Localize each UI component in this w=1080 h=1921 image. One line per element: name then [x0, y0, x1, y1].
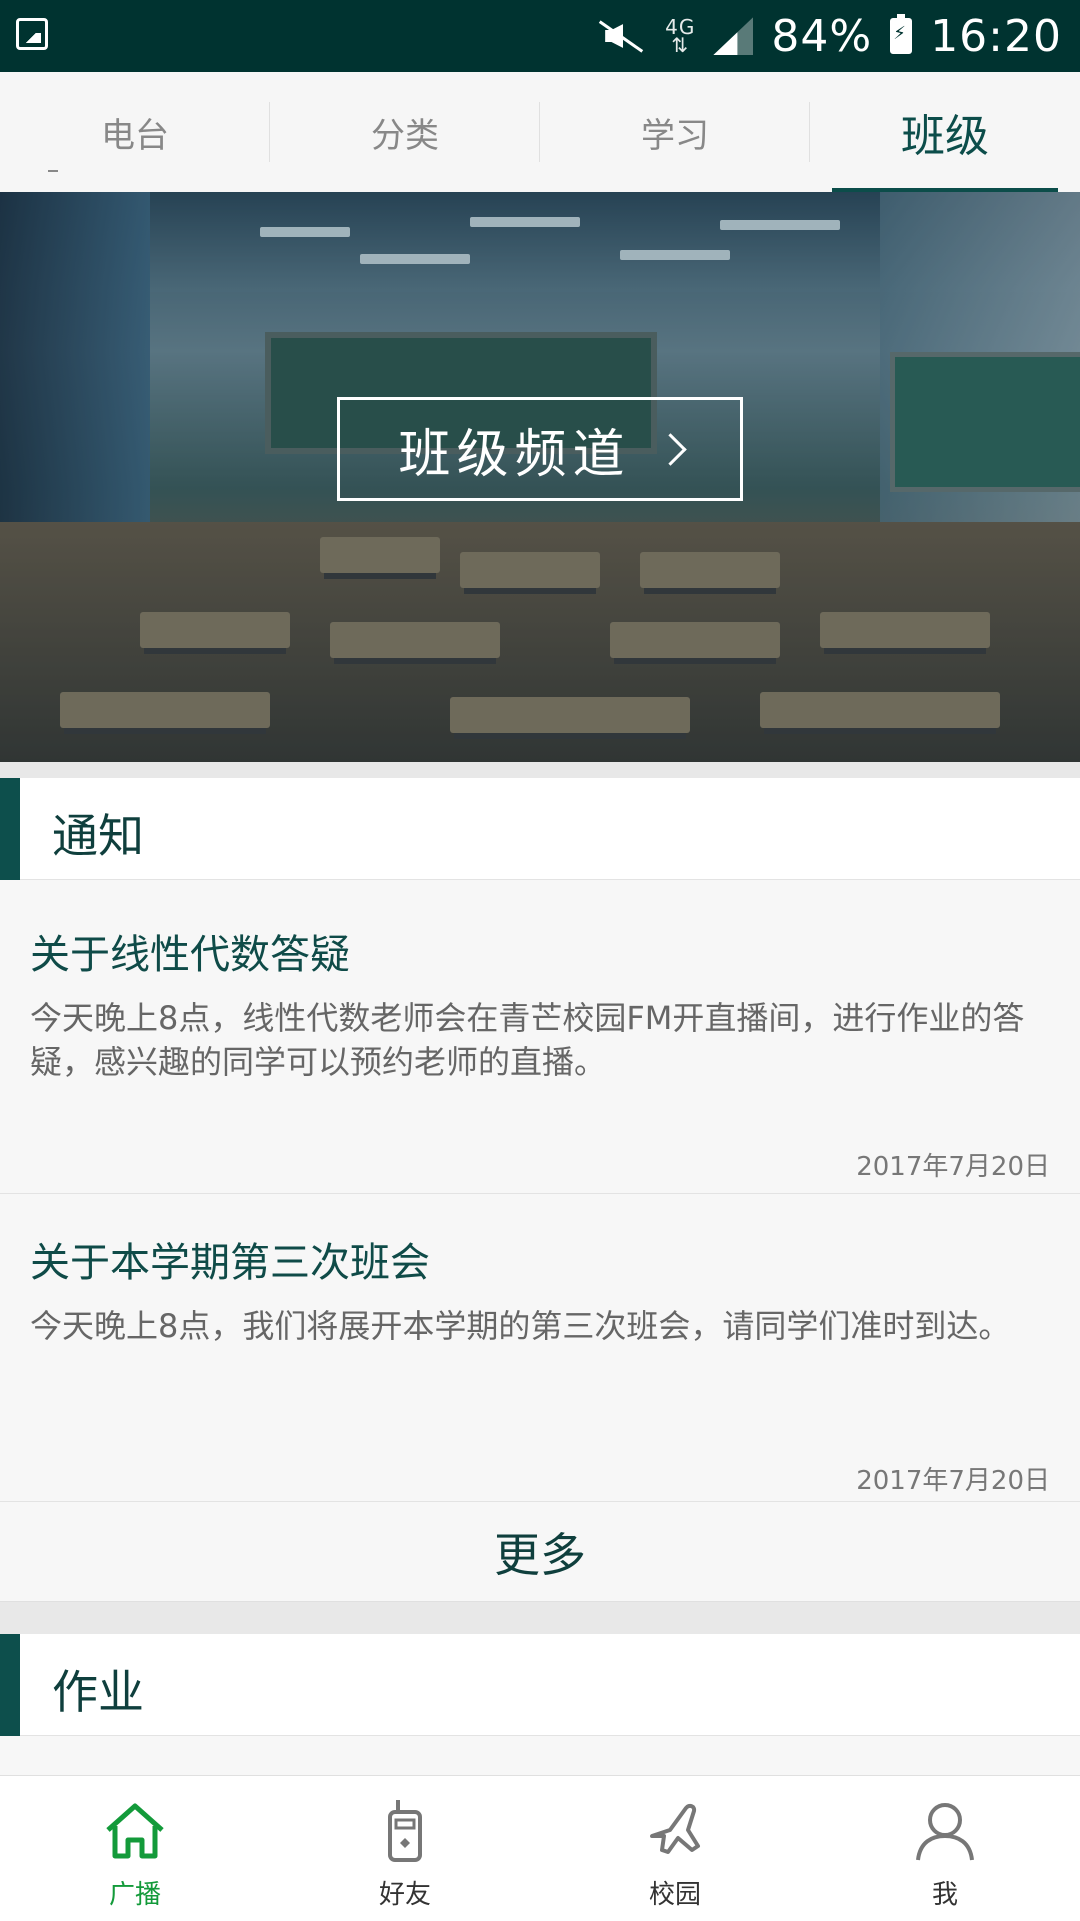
section-gap [0, 1602, 1080, 1634]
home-icon [106, 1803, 164, 1859]
battery-percent: 84% [771, 10, 873, 62]
homework-list-area [0, 1736, 1080, 1775]
mute-icon [593, 17, 647, 55]
person-icon [916, 1803, 974, 1861]
image-icon [16, 18, 48, 50]
tab-class[interactable]: 班级 [810, 72, 1080, 192]
notices-section-header: 通知 [0, 778, 1080, 880]
battery-charging-icon [890, 14, 913, 54]
tab-label: 学习 [641, 115, 709, 156]
walkie-talkie-icon [388, 1800, 422, 1862]
notice-title: 关于本学期第三次班会 [30, 1240, 430, 1286]
nav-label: 我 [931, 1880, 958, 1910]
notice-date: 2017年7月20日 [856, 1152, 1050, 1182]
bottom-navigation: 广播 好友 校园 我 [0, 1775, 1080, 1921]
airplane-icon [650, 1803, 700, 1854]
notices-title: 通知 [52, 809, 144, 863]
section-gap [0, 762, 1080, 778]
class-channel-label: 班级频道 [398, 424, 631, 485]
status-right: 4G⇅ 84% 16:20 [593, 8, 1062, 64]
homework-title: 作业 [52, 1665, 144, 1719]
notice-item[interactable]: 关于线性代数答疑 今天晚上8点，线性代数老师会在青芒校园FM开直播间，进行作业的… [0, 880, 1080, 1194]
chevron-right-icon [653, 432, 687, 466]
notice-body: 今天晚上8点，我们将展开本学期的第三次班会，请同学们准时到达。 [30, 1307, 1011, 1345]
tab-category[interactable]: 分类 [270, 72, 540, 192]
notice-title: 关于线性代数答疑 [30, 932, 350, 978]
notice-date: 2017年7月20日 [856, 1466, 1050, 1496]
more-button[interactable]: 更多 [0, 1502, 1080, 1602]
signal-icon [713, 17, 753, 55]
nav-item-me[interactable]: 我 [810, 1776, 1080, 1921]
nav-item-campus[interactable]: 校园 [540, 1776, 810, 1921]
nav-item-broadcast[interactable]: 广播 [0, 1776, 270, 1921]
notice-item[interactable]: 关于本学期第三次班会 今天晚上8点，我们将展开本学期的第三次班会，请同学们准时到… [0, 1194, 1080, 1502]
network-type: 4G ⇅ [665, 15, 696, 57]
nav-label: 校园 [648, 1880, 701, 1910]
top-tab-bar: 电台 分类 学习 班级 [0, 72, 1080, 192]
network-label: 4G [665, 15, 696, 39]
nav-label: 好友 [378, 1880, 431, 1910]
tab-label: 班级 [901, 111, 989, 162]
notice-body: 今天晚上8点，线性代数老师会在青芒校园FM开直播间，进行作业的答疑，感兴趣的同学… [30, 999, 1025, 1081]
clock-time: 16:20 [930, 10, 1062, 62]
nav-label: 广播 [108, 1880, 161, 1910]
more-label: 更多 [494, 1527, 586, 1582]
status-bar: 4G⇅ 84% 16:20 [0, 0, 1080, 72]
tab-study[interactable]: 学习 [540, 72, 810, 192]
class-channel-banner[interactable]: 班级频道 [0, 192, 1080, 762]
class-channel-button[interactable]: 班级频道 [337, 397, 743, 501]
tab-radio[interactable]: 电台 [0, 72, 270, 192]
tab-label: 电台 [101, 115, 169, 156]
section-accent-bar [0, 1634, 20, 1736]
homework-section-header: 作业 [0, 1634, 1080, 1736]
nav-item-friends[interactable]: 好友 [270, 1776, 540, 1921]
tab-label: 分类 [371, 115, 439, 156]
section-accent-bar [0, 778, 20, 880]
